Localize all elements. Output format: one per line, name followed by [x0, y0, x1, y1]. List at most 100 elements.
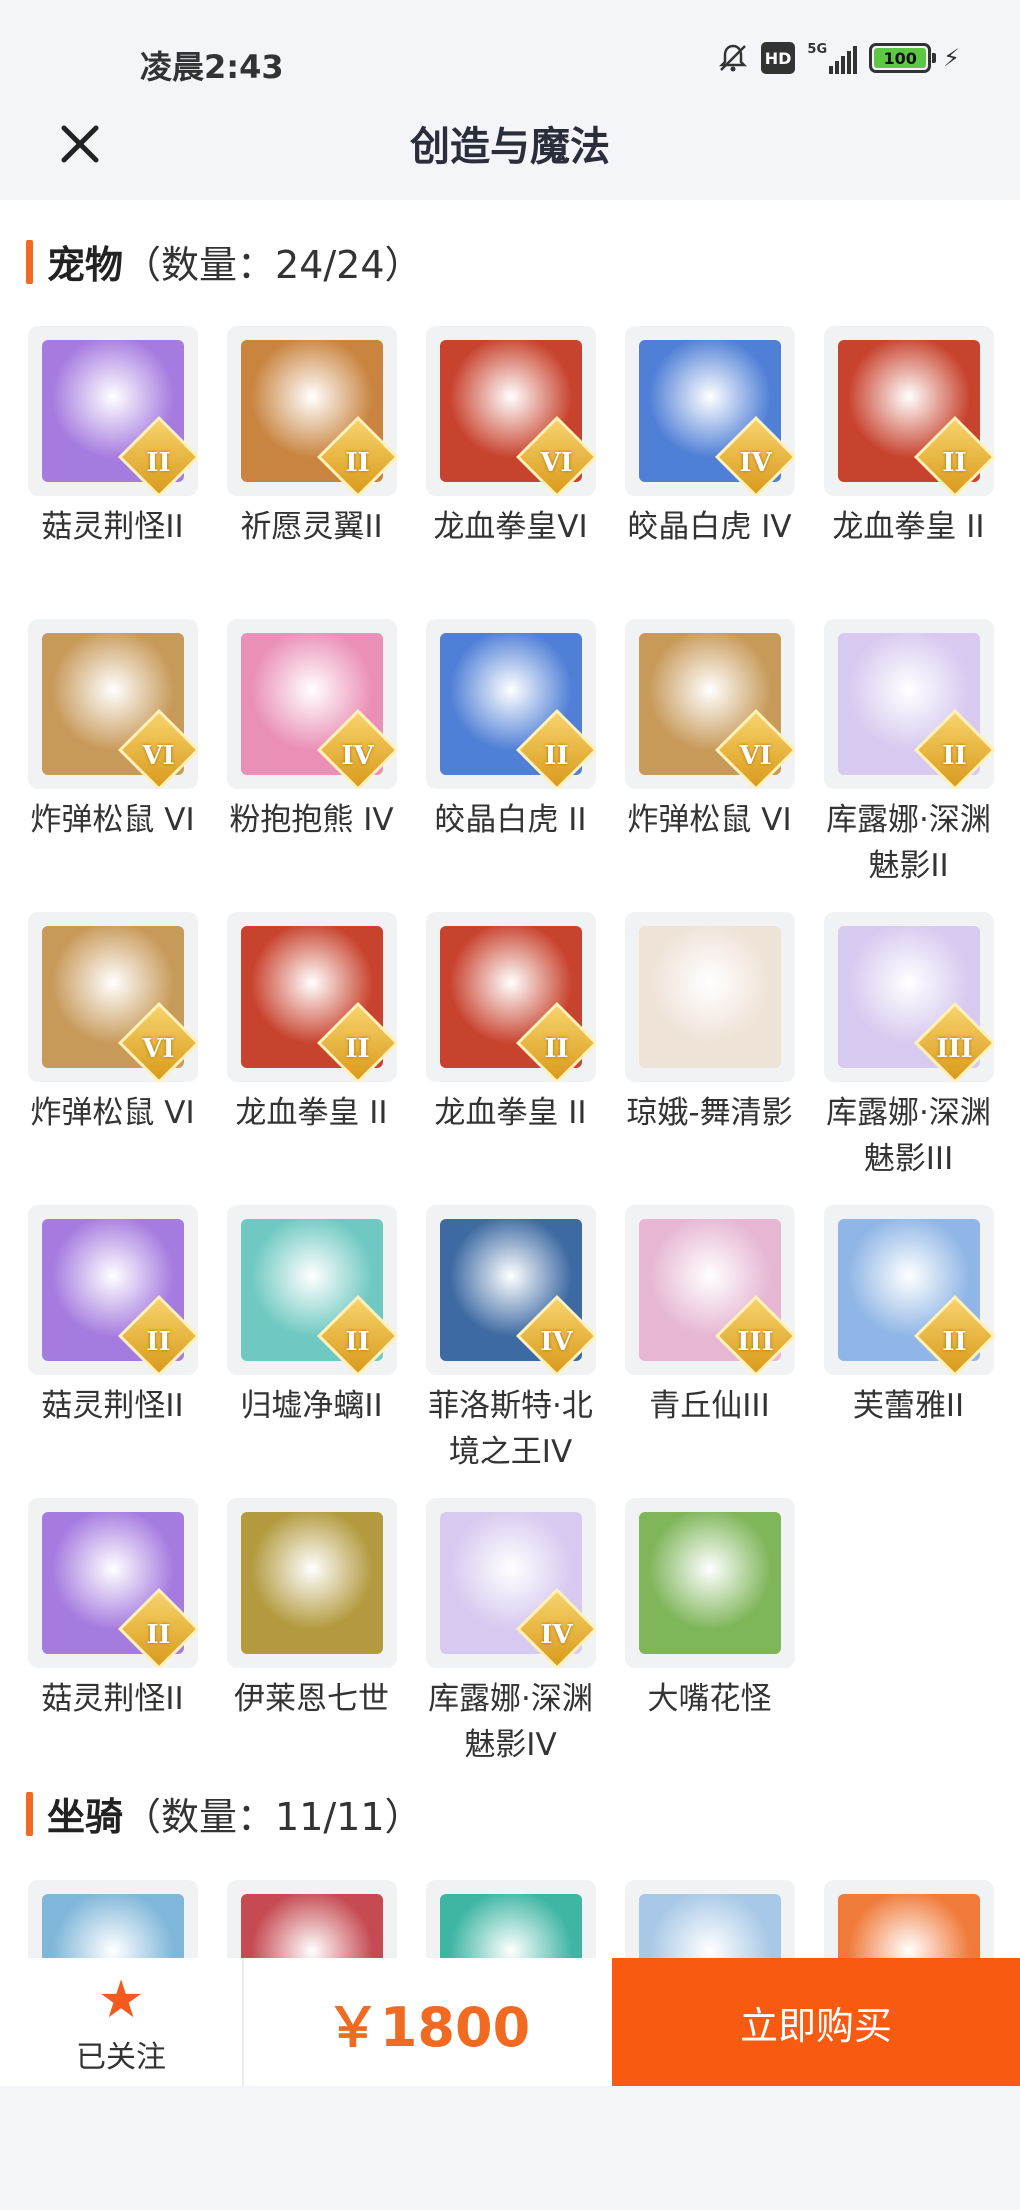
pet-item[interactable]: II 菇灵荆怪II	[13, 1498, 212, 1722]
pet-item[interactable]: 伊莱恩七世	[212, 1498, 411, 1722]
rank-badge-label: II	[345, 448, 370, 478]
follow-button[interactable]: ★ 已关注	[0, 1958, 244, 2086]
rank-badge-label: II	[942, 448, 967, 478]
item-thumbnail: VI	[27, 912, 198, 1082]
item-artwork	[41, 1894, 184, 1960]
item-artwork	[439, 1894, 582, 1960]
pet-item[interactable]: II 皎晶白虎 II	[411, 619, 610, 843]
charging-icon: ⚡	[943, 44, 960, 72]
item-thumbnail: II	[226, 326, 397, 496]
rank-badge-label: II	[544, 741, 569, 771]
pet-name: 炸弹松鼠 VI	[30, 802, 195, 838]
pet-name: 炸弹松鼠 VI	[30, 1095, 195, 1131]
signal-icon: 5G	[807, 42, 858, 74]
mount-item[interactable]	[809, 1880, 1008, 1960]
pet-name: 归墟净螭II	[240, 1388, 383, 1424]
rank-badge-label: VI	[142, 741, 175, 771]
pet-name: 菇灵荆怪II	[41, 509, 184, 545]
rank-badge-label: II	[942, 1327, 967, 1357]
pet-item[interactable]: II 芙蕾雅II	[809, 1205, 1008, 1429]
rank-badge-label: II	[345, 1327, 370, 1357]
item-thumbnail: II	[425, 912, 596, 1082]
pet-name: 菲洛斯特·北境之王IV	[428, 1388, 593, 1470]
pet-item[interactable]: 琼娥-舞清影	[610, 912, 809, 1136]
item-thumbnail: IV	[425, 1498, 596, 1668]
pet-item[interactable]: II 龙血拳皇 II	[411, 912, 610, 1136]
pet-name: 库露娜·深渊魅影IV	[428, 1681, 593, 1763]
item-thumbnail: II	[27, 326, 198, 496]
mount-item[interactable]	[610, 1880, 809, 1960]
status-time: 凌晨2:43	[140, 48, 284, 86]
pet-item[interactable]: IV 库露娜·深渊魅影IV	[411, 1498, 610, 1768]
mount-item[interactable]	[13, 1880, 212, 1960]
mount-item[interactable]	[212, 1880, 411, 1960]
pet-item[interactable]: 大嘴花怪	[610, 1498, 809, 1722]
pet-item[interactable]: II 归墟净螭II	[212, 1205, 411, 1429]
item-thumbnail: VI	[27, 619, 198, 789]
item-thumbnail: II	[27, 1205, 198, 1375]
buy-now-button[interactable]: 立即购买	[612, 1958, 1020, 2086]
item-thumbnail: IV	[425, 1205, 596, 1375]
item-thumbnail: III	[624, 1205, 795, 1375]
item-thumbnail: VI	[425, 326, 596, 496]
price-display: ￥1800	[325, 1995, 531, 2059]
item-thumbnail: IV	[226, 619, 397, 789]
mount-item[interactable]	[411, 1880, 610, 1960]
pet-item[interactable]: II 菇灵荆怪II	[13, 1205, 212, 1429]
page-title: 创造与魔法	[410, 124, 610, 170]
pet-item[interactable]: II 龙血拳皇 II	[212, 912, 411, 1136]
pet-item[interactable]: IV 粉抱抱熊 IV	[212, 619, 411, 843]
item-thumbnail: II	[27, 1498, 198, 1668]
hd-icon: HD	[760, 42, 796, 74]
pet-item[interactable]: VI 炸弹松鼠 VI	[13, 912, 212, 1136]
rank-badge-label: II	[146, 448, 171, 478]
item-thumbnail	[624, 1880, 795, 1960]
pet-name: 伊莱恩七世	[234, 1681, 389, 1717]
pet-item[interactable]: IV 菲洛斯特·北境之王IV	[411, 1205, 610, 1475]
rank-badge-label: IV	[540, 1620, 573, 1650]
rank-badge-label: IV	[540, 1327, 573, 1357]
item-thumbnail	[226, 1498, 397, 1668]
pet-item[interactable]: VI 炸弹松鼠 VI	[13, 619, 212, 843]
item-thumbnail: II	[823, 1205, 994, 1375]
rank-badge-label: II	[146, 1327, 171, 1357]
pet-item[interactable]: VI 炸弹松鼠 VI	[610, 619, 809, 843]
pet-item[interactable]: II 菇灵荆怪II	[13, 326, 212, 550]
item-thumbnail	[425, 1880, 596, 1960]
pet-item[interactable]: III 库露娜·深渊魅影III	[809, 912, 1008, 1182]
item-artwork	[638, 1512, 781, 1654]
network-label: 5G	[807, 42, 828, 57]
item-thumbnail	[226, 1880, 397, 1960]
rank-badge-label: IV	[739, 448, 772, 478]
pet-name: 龙血拳皇 II	[832, 509, 985, 545]
status-icons: HD 5G 100 ⚡	[717, 42, 960, 74]
follow-label: 已关注	[76, 2040, 166, 2075]
rank-badge-label: III	[936, 1034, 973, 1064]
pet-item[interactable]: IV 皎晶白虎 IV	[610, 326, 809, 550]
item-thumbnail: VI	[624, 619, 795, 789]
pet-name: 菇灵荆怪II	[41, 1388, 184, 1424]
pet-item[interactable]: III 青丘仙III	[610, 1205, 809, 1429]
pet-name: 青丘仙III	[649, 1388, 770, 1424]
pet-name: 菇灵荆怪II	[41, 1681, 184, 1717]
pet-name: 皎晶白虎 II	[434, 802, 587, 838]
pet-item[interactable]: II 祈愿灵翼II	[212, 326, 411, 550]
battery-level: 100	[874, 48, 927, 68]
mounts-section-count: （数量：11/11）	[123, 1795, 423, 1839]
pet-item[interactable]: II 龙血拳皇 II	[809, 326, 1008, 550]
rank-badge-label: VI	[739, 741, 772, 771]
item-thumbnail: II	[226, 1205, 397, 1375]
pet-name: 大嘴花怪	[647, 1681, 772, 1717]
rank-badge-label: III	[737, 1327, 774, 1357]
pet-name: 祈愿灵翼II	[240, 509, 383, 545]
content-area: 宠物 （数量：24/24） II 菇灵荆怪II II 祈愿灵翼II VI 龙血拳皇VI IV…	[0, 200, 1020, 1960]
pet-name: 粉抱抱熊 IV	[229, 802, 394, 838]
pets-section-title: 宠物	[47, 243, 124, 287]
rank-badge-label: II	[544, 1034, 569, 1064]
item-thumbnail: II	[823, 619, 994, 789]
pet-item[interactable]: II 库露娜·深渊魅影II	[809, 619, 1008, 889]
pet-name: 龙血拳皇 II	[235, 1095, 388, 1131]
pet-item[interactable]: VI 龙血拳皇VI	[411, 326, 610, 550]
item-thumbnail	[823, 1880, 994, 1960]
item-thumbnail: II	[425, 619, 596, 789]
